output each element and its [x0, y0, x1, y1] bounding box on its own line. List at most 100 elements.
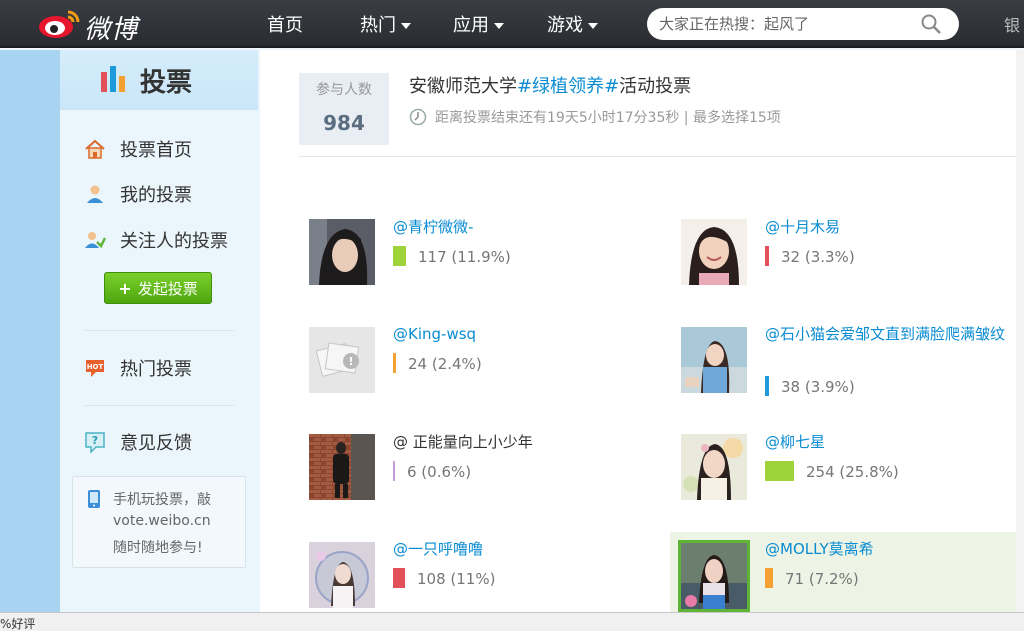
candidate-name[interactable]: @十月木易: [765, 216, 840, 238]
vote-count: 254 (25.8%): [806, 463, 899, 481]
browser-status-bar: %好评: [0, 612, 1024, 631]
candidate-avatar[interactable]: [678, 540, 750, 612]
vote-title-prefix: 安徽师范大学: [409, 76, 517, 97]
candidate-card: @石小猫会爱邹文直到满脸爬满皱纹 38 (3.9%): [672, 317, 1012, 407]
participant-count-box: 参与人数 984: [299, 73, 389, 145]
vote-bar: [393, 461, 395, 481]
page-scrollbar[interactable]: [1016, 50, 1024, 612]
svg-text:?: ?: [92, 434, 98, 447]
nav-home-label: 首页: [267, 15, 303, 36]
left-background-strip: [0, 50, 60, 612]
candidate-name[interactable]: @青柠微微-: [393, 216, 473, 238]
create-vote-button[interactable]: + 发起投票: [104, 272, 212, 304]
avatar-photo-icon: [309, 219, 375, 285]
svg-text:HOT: HOT: [87, 363, 104, 371]
candidate-name[interactable]: @石小猫会爱邹文直到满脸爬满皱纹: [765, 323, 1010, 345]
vote-bar: [765, 568, 773, 588]
vote-count: 24 (2.4%): [408, 355, 482, 373]
candidate-card: @青柠微微- 117 (11.9%): [300, 210, 640, 300]
vote-bar: [393, 246, 406, 266]
sidebar-item-label: 投票首页: [120, 140, 192, 161]
candidate-avatar[interactable]: [309, 542, 375, 608]
nav-home[interactable]: 首页: [267, 11, 303, 37]
sidebar-item-label: 我的投票: [120, 185, 192, 206]
candidate-name[interactable]: @ 正能量向上小少年: [393, 431, 533, 453]
avatar-photo-icon: [681, 327, 747, 393]
sidebar-title: 投票: [140, 68, 193, 98]
chevron-down-icon: [401, 23, 411, 29]
sidebar-item-vote-home[interactable]: 投票首页: [84, 136, 192, 162]
candidate-card: ! @King-wsq 24 (2.4%): [300, 317, 640, 407]
avatar-photo-icon: [681, 219, 747, 285]
vote-bar: [765, 376, 769, 396]
create-vote-label: 发起投票: [137, 279, 198, 298]
search-input[interactable]: [659, 13, 909, 35]
vote-bar: [765, 246, 769, 266]
nav-apps-label: 应用: [453, 15, 489, 36]
nav-apps[interactable]: 应用: [453, 11, 504, 37]
nav-hot[interactable]: 热门: [360, 11, 411, 37]
candidate-name[interactable]: @MOLLY莫离希: [765, 538, 874, 560]
top-navigation-bar: 微博 首页 热门 应用 游戏 银: [0, 0, 1024, 48]
candidate-avatar[interactable]: [309, 219, 375, 285]
default-avatar-icon: !: [309, 327, 375, 393]
weibo-eye-icon: [39, 10, 80, 38]
sidebar-item-my-votes[interactable]: 我的投票: [84, 181, 192, 207]
candidate-card: @柳七星 254 (25.8%): [672, 425, 1012, 515]
vote-bar: [393, 353, 396, 373]
nav-games[interactable]: 游戏: [547, 11, 598, 37]
avatar-photo-icon: [309, 434, 375, 500]
candidate-name[interactable]: @柳七星: [765, 431, 825, 453]
sidebar-item-feedback[interactable]: ? 意见反馈: [84, 429, 192, 455]
vote-bar: [765, 461, 794, 481]
plus-icon: +: [118, 278, 132, 298]
svg-text:!: !: [348, 355, 353, 368]
header-divider: [299, 156, 1016, 157]
sidebar-item-hot-votes[interactable]: HOT 热门投票: [84, 355, 192, 381]
participant-count-label: 参与人数: [316, 82, 372, 98]
vote-count: 6 (0.6%): [407, 463, 472, 481]
sidebar-header: 投票: [60, 50, 258, 110]
sidebar-item-label: 热门投票: [120, 359, 192, 380]
mobile-vote-promo: 手机玩投票，敲 vote.weibo.cn 随时随地参与!: [72, 476, 246, 568]
sidebar-item-following-votes[interactable]: 关注人的投票: [84, 227, 228, 253]
mobile-promo-line3: 随时随地参与!: [113, 540, 203, 556]
candidate-avatar[interactable]: [681, 219, 747, 285]
top-right-text[interactable]: 银: [1004, 12, 1020, 36]
candidate-avatar[interactable]: [681, 327, 747, 393]
candidate-name[interactable]: @King-wsq: [393, 323, 476, 345]
candidate-card: @一只呼噜噜 108 (11%): [300, 532, 640, 622]
candidate-avatar[interactable]: !: [309, 327, 375, 393]
vote-count: 71 (7.2%): [785, 570, 859, 588]
search-icon[interactable]: [921, 14, 941, 34]
vote-bar: [393, 568, 405, 588]
avatar-photo-icon: [309, 542, 375, 608]
sidebar-divider: [84, 330, 234, 331]
vote-count: 38 (3.9%): [781, 378, 855, 396]
question-icon: ?: [85, 432, 105, 453]
candidate-name[interactable]: @一只呼噜噜: [393, 538, 483, 560]
vote-count: 32 (3.3%): [781, 248, 855, 266]
candidate-avatar[interactable]: [309, 434, 375, 500]
vote-title-hashtag[interactable]: #绿植领养#: [517, 76, 619, 97]
phone-icon: [88, 490, 100, 508]
sidebar-item-label: 关注人的投票: [120, 231, 228, 252]
avatar-photo-icon: [681, 434, 747, 500]
vote-count: 108 (11%): [417, 570, 496, 588]
sidebar-item-label: 意见反馈: [120, 433, 192, 454]
home-icon: [85, 139, 105, 159]
vote-meta-text: 距离投票结束还有19天5小时17分35秒 | 最多选择15项: [435, 110, 781, 126]
candidate-card-selected: @MOLLY莫离希 71 (7.2%): [670, 532, 1016, 612]
users-icon: [85, 232, 106, 249]
bar-chart-icon: [101, 66, 125, 92]
candidate-avatar[interactable]: [681, 434, 747, 500]
hot-icon: HOT: [86, 360, 104, 377]
clock-icon: [409, 108, 427, 126]
avatar-photo-icon: [681, 543, 747, 609]
mobile-promo-url[interactable]: vote.weibo.cn: [113, 513, 211, 529]
candidate-card: @ 正能量向上小少年 6 (0.6%): [300, 425, 640, 515]
status-text: %好评: [0, 617, 36, 631]
vote-count: 117 (11.9%): [418, 248, 511, 266]
candidate-card: @十月木易 32 (3.3%): [672, 210, 1012, 300]
weibo-logo[interactable]: 微博: [38, 6, 142, 45]
